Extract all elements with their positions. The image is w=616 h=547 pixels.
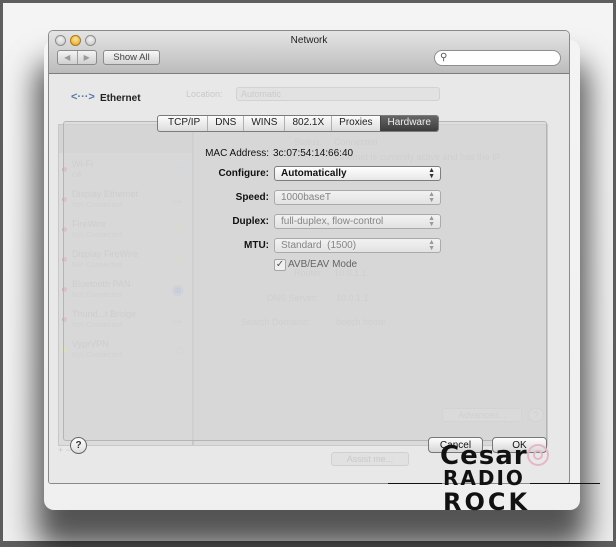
configure-value: Automatically xyxy=(281,168,347,179)
show-all-button[interactable]: Show All xyxy=(103,50,160,65)
title-bar: Network ◀ ▶ Show All ⚲ xyxy=(49,31,569,74)
mtu-value: Standard (1500) xyxy=(281,240,357,251)
mac-address-value: 3c:07:54:14:66:40 xyxy=(273,148,354,159)
mtu-label: MTU: xyxy=(244,240,269,251)
speed-popup[interactable]: 1000baseT ▲ ▼ xyxy=(274,190,441,205)
popup-arrows-icon: ▲ ▼ xyxy=(428,191,435,204)
avb-eav-label: AVB/EAV Mode xyxy=(288,259,358,270)
configure-label: Configure: xyxy=(218,168,269,179)
tab-hardware[interactable]: Hardware xyxy=(379,116,438,131)
window-title: Network xyxy=(290,35,328,46)
popup-arrows-icon: ▲ ▼ xyxy=(428,167,435,180)
watermark-rule-left xyxy=(388,483,442,484)
back-forward-control: ◀ ▶ xyxy=(57,50,97,65)
radio-signal-icon xyxy=(527,444,549,466)
back-icon[interactable]: ◀ xyxy=(58,51,77,64)
popup-arrows-icon: ▲ ▼ xyxy=(428,239,435,252)
tab-wins[interactable]: WINS xyxy=(243,116,284,131)
watermark-line-2: RADIO xyxy=(443,466,525,490)
checkmark-icon: ✓ xyxy=(275,259,285,270)
mac-address-label: MAC Address: xyxy=(205,148,269,159)
forward-icon[interactable]: ▶ xyxy=(76,51,97,64)
sheet-tab-bar: TCP/IP DNS WINS 802.1X Proxies Hardware xyxy=(157,115,439,132)
duplex-label: Duplex: xyxy=(232,216,269,227)
help-button[interactable]: ? xyxy=(70,437,87,454)
avb-eav-checkbox[interactable]: ✓ xyxy=(274,259,286,271)
popup-arrows-icon: ▲ ▼ xyxy=(428,215,435,228)
mtu-popup[interactable]: Standard (1500) ▲ ▼ xyxy=(274,238,441,253)
tab-8021x[interactable]: 802.1X xyxy=(284,116,331,131)
duplex-popup[interactable]: full-duplex, flow-control ▲ ▼ xyxy=(274,214,441,229)
tab-proxies[interactable]: Proxies xyxy=(331,116,379,131)
watermark-line-3: ROCK xyxy=(443,488,531,516)
configure-popup[interactable]: Automatically ▲ ▼ xyxy=(274,166,441,181)
tab-tcpip[interactable]: TCP/IP xyxy=(158,116,207,131)
tab-dns[interactable]: DNS xyxy=(207,116,243,131)
speed-value: 1000baseT xyxy=(281,192,332,203)
watermark-rule-right xyxy=(530,483,600,484)
search-field[interactable]: ⚲ xyxy=(434,50,561,66)
assist-me-button[interactable]: Assist me... xyxy=(331,452,409,466)
speed-label: Speed: xyxy=(235,192,269,203)
search-icon: ⚲ xyxy=(440,52,448,63)
duplex-value: full-duplex, flow-control xyxy=(281,216,384,227)
